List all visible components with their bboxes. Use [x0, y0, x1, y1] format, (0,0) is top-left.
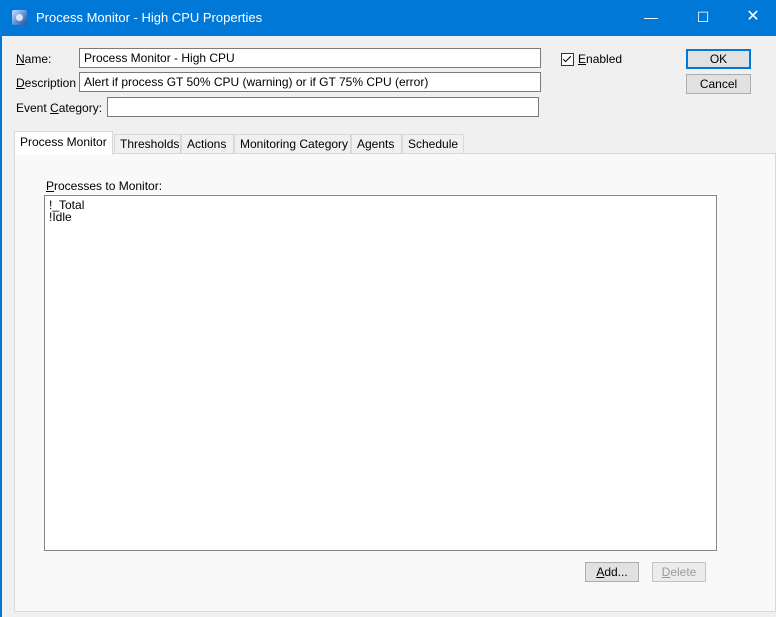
processes-listbox[interactable]: !_Total !Idle [44, 195, 717, 551]
list-item[interactable]: !_Total [49, 199, 712, 211]
ok-button[interactable]: OK [686, 49, 751, 69]
delete-button[interactable]: Delete [652, 562, 706, 582]
description-field[interactable]: Alert if process GT 50% CPU (warning) or… [79, 72, 541, 92]
add-button[interactable]: Add... [585, 562, 639, 582]
tab-agents[interactable]: Agents [351, 134, 402, 154]
close-button[interactable]: ✕ [730, 0, 776, 36]
window-frame-edge [0, 36, 2, 617]
enabled-label: Enabled [578, 52, 623, 66]
name-field[interactable]: Process Monitor - High CPU [79, 48, 541, 68]
tab-monitoring-category[interactable]: Monitoring Category [234, 134, 351, 154]
tab-thresholds[interactable]: Thresholds [114, 134, 181, 154]
tab-schedule[interactable]: Schedule [402, 134, 464, 154]
event-category-field[interactable] [107, 97, 539, 117]
event-category-label: Event Category: [16, 101, 103, 115]
tab-process-monitor[interactable]: Process Monitor [14, 131, 113, 155]
list-item[interactable]: !Idle [49, 211, 712, 223]
cancel-button[interactable]: Cancel [686, 74, 751, 94]
description-label: Description [16, 76, 77, 90]
title-bar: Process Monitor - High CPU Properties — … [0, 0, 776, 36]
minimize-button[interactable]: — [628, 0, 674, 36]
name-label: Name: [16, 52, 52, 66]
app-icon [12, 10, 27, 25]
processes-label: Processes to Monitor: [46, 179, 163, 193]
tab-actions[interactable]: Actions [181, 134, 234, 154]
maximize-button[interactable]: ☐ [680, 0, 726, 36]
window-title: Process Monitor - High CPU Properties [36, 10, 263, 25]
checkbox-checked-icon [561, 53, 574, 66]
